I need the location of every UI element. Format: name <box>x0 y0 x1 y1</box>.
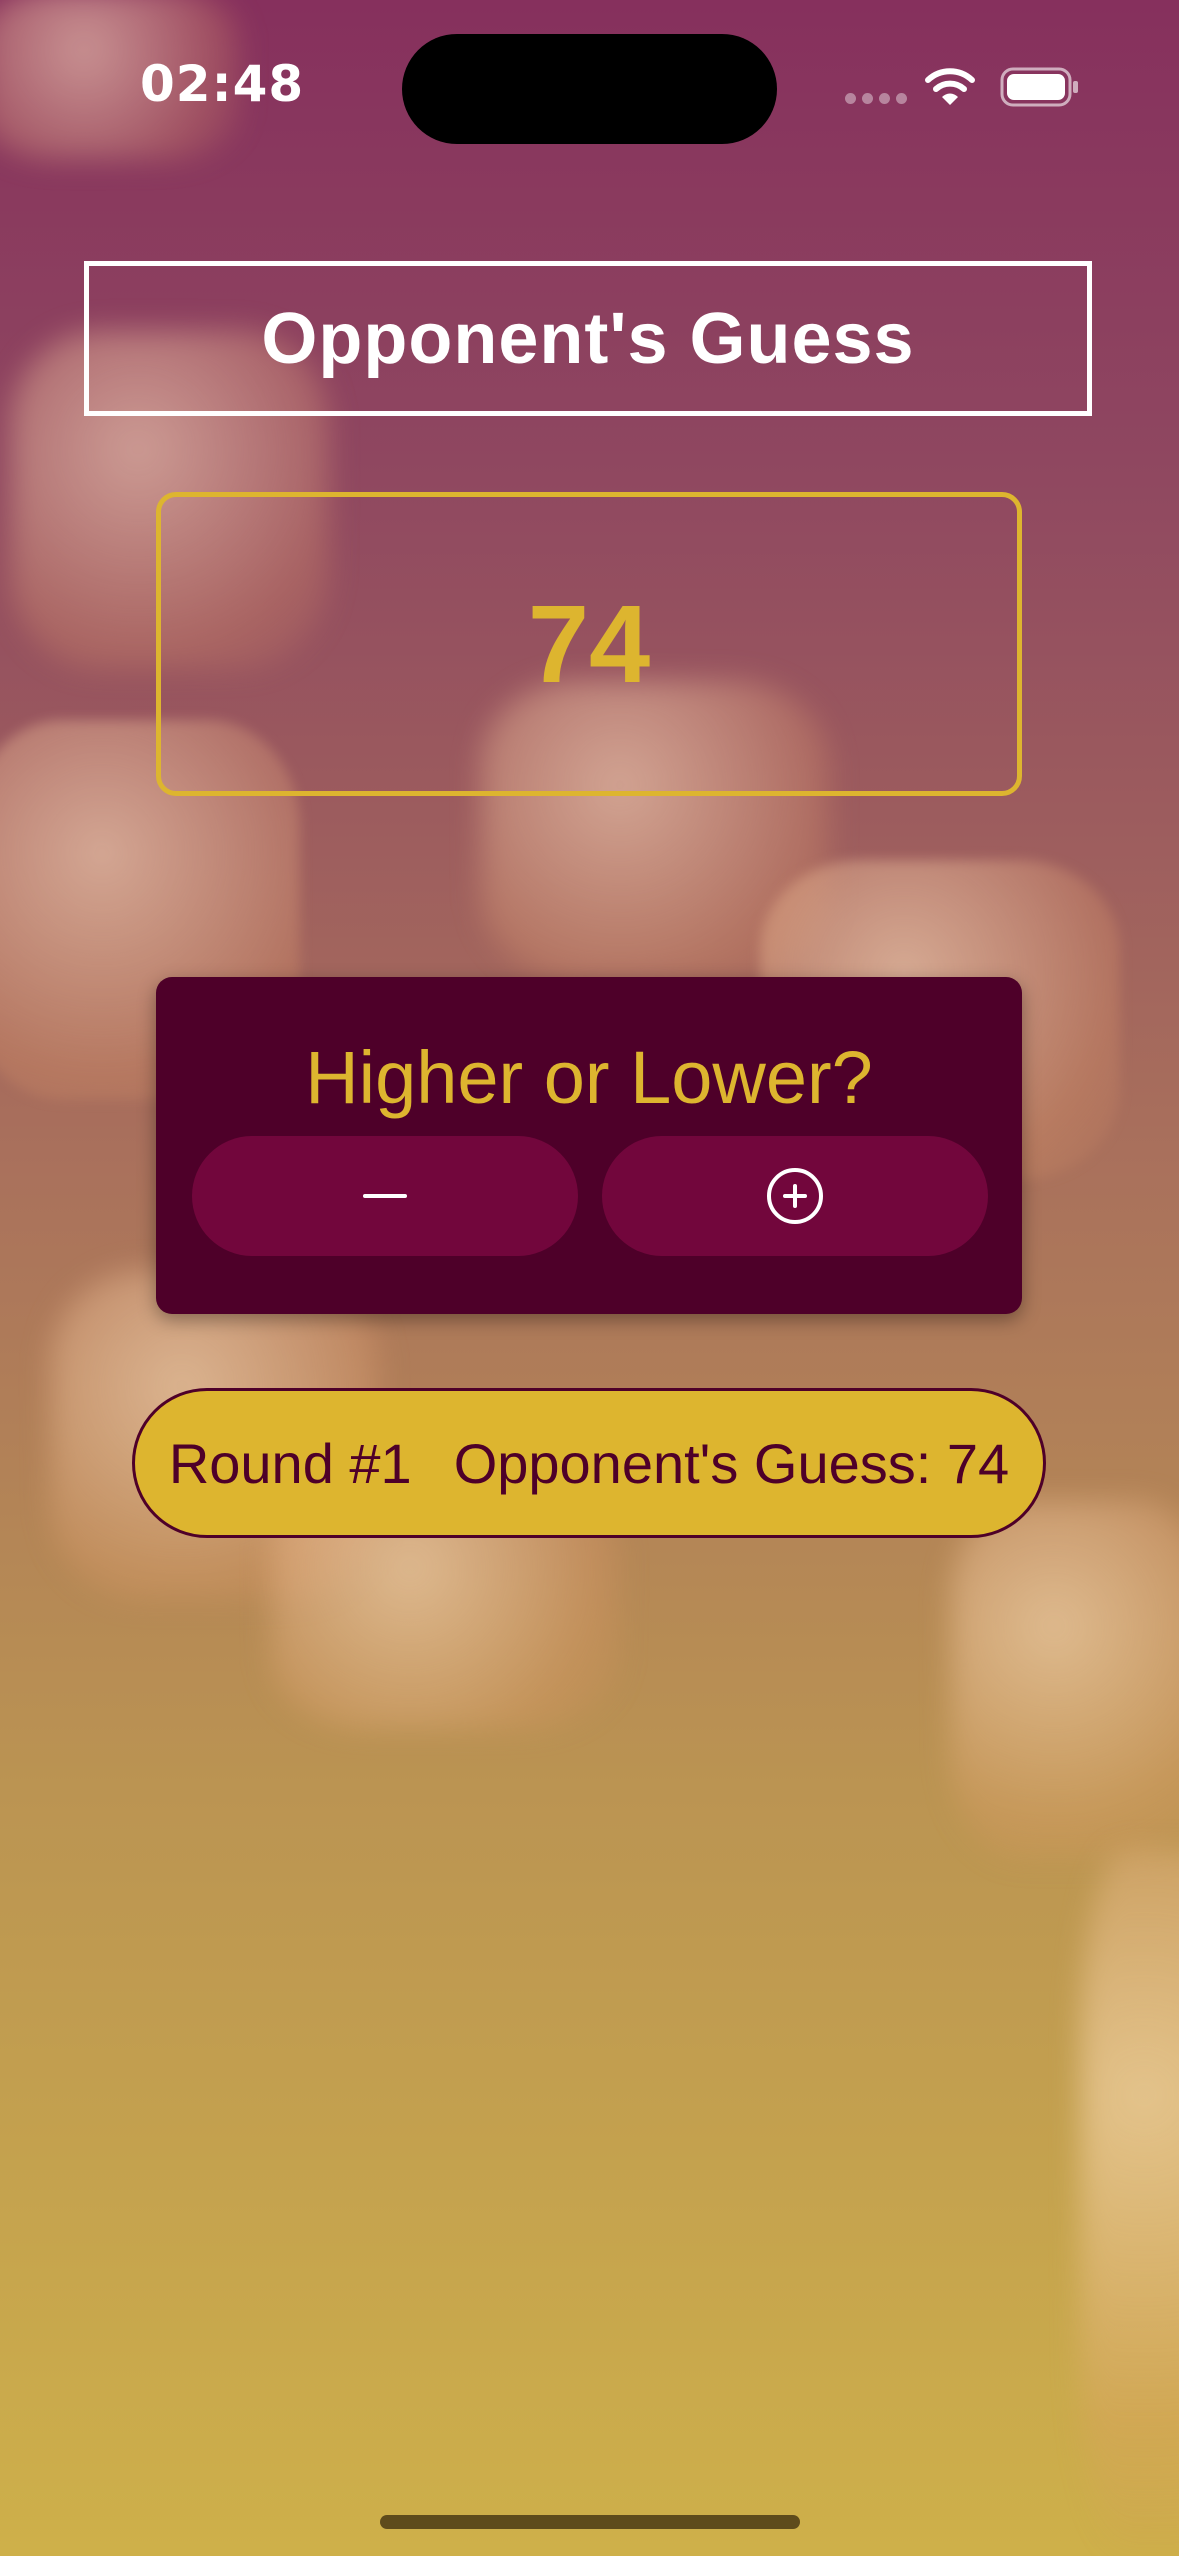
title-box: Opponent's Guess <box>84 261 1092 416</box>
higher-lower-card: Higher or Lower? <box>156 977 1022 1314</box>
minus-icon <box>363 1194 407 1198</box>
page-title: Opponent's Guess <box>261 298 915 379</box>
card-prompt: Higher or Lower? <box>305 1036 873 1119</box>
wifi-icon <box>925 68 975 105</box>
plus-circle-icon <box>767 1168 823 1224</box>
status-time: 02:48 <box>140 55 305 113</box>
guess-log-item: Round #1 Opponent's Guess: 74 <box>132 1388 1046 1538</box>
home-indicator[interactable] <box>380 2515 800 2529</box>
cellular-signal-icon <box>845 93 907 104</box>
guess-number: 74 <box>527 582 651 706</box>
lower-button[interactable] <box>192 1136 578 1256</box>
dynamic-island <box>402 34 777 144</box>
log-guess-text: Opponent's Guess: 74 <box>453 1431 1010 1495</box>
guess-number-box: 74 <box>156 492 1022 796</box>
battery-icon <box>1000 67 1078 107</box>
higher-button[interactable] <box>602 1136 988 1256</box>
round-label: Round #1 <box>168 1431 412 1495</box>
